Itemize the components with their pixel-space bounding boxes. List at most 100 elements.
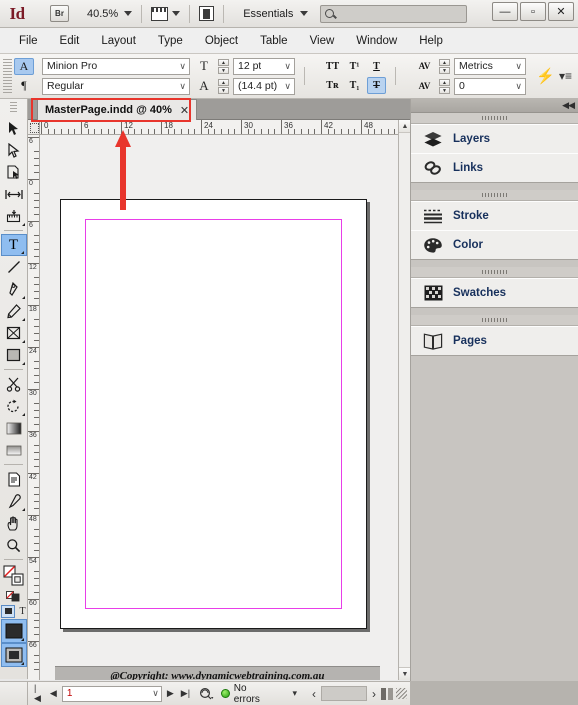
panel-gripper[interactable] <box>3 59 12 93</box>
gradient-feather-tool[interactable] <box>1 439 27 461</box>
all-caps-button[interactable]: TT <box>323 58 342 75</box>
minimize-button[interactable]: — <box>492 2 518 21</box>
note-tool[interactable] <box>1 468 27 490</box>
view-options-dropdown[interactable] <box>151 6 181 21</box>
document-tab[interactable]: MasterPage.indd @ 40% ✕ <box>37 99 198 120</box>
leading-stepper[interactable]: ▲ ▼ <box>218 78 229 94</box>
preflight-dropdown-icon[interactable]: ▾ <box>290 688 299 699</box>
scissors-tool[interactable] <box>1 373 27 395</box>
panel-group-gripper[interactable] <box>411 267 578 278</box>
gradient-swatch-tool[interactable] <box>1 417 27 439</box>
panel-layers[interactable]: Layers <box>411 124 578 153</box>
eyedropper-tool[interactable] <box>1 490 27 512</box>
tracking-dropdown[interactable]: 0 ∨ <box>454 77 526 95</box>
font-size-stepper[interactable]: ▲ ▼ <box>218 58 229 74</box>
menu-window[interactable]: Window <box>345 32 408 50</box>
small-caps-button[interactable]: Tʀ <box>323 77 342 94</box>
rotate-tool[interactable] <box>1 395 27 417</box>
page-number-input[interactable]: 1 ∨ <box>61 685 162 702</box>
preview-mode-button[interactable] <box>0 643 27 667</box>
last-page-button[interactable]: ▶| <box>179 688 192 699</box>
workspace-switcher[interactable]: Essentials <box>243 8 309 20</box>
content-collector-tool[interactable] <box>1 205 27 227</box>
scroll-left-icon[interactable]: ‹ <box>310 687 318 701</box>
split-view-icon[interactable] <box>381 687 394 700</box>
line-tool[interactable] <box>1 256 27 278</box>
page-tool[interactable] <box>1 161 27 183</box>
tracking-stepper[interactable]: ▲ ▼ <box>439 78 450 94</box>
bridge-button[interactable]: Br <box>50 5 69 22</box>
menu-file[interactable]: File <box>8 32 49 50</box>
frame-tool[interactable] <box>1 322 27 344</box>
quick-apply-icon[interactable]: ⚡ <box>536 67 559 85</box>
fill-stroke-control[interactable] <box>1 563 27 589</box>
previous-page-button[interactable]: ◀ <box>48 688 59 699</box>
resize-grip-icon[interactable] <box>396 688 408 699</box>
menu-view[interactable]: View <box>299 32 346 50</box>
close-button[interactable]: ✕ <box>548 2 574 21</box>
horizontal-scroll-thumb[interactable] <box>321 686 368 701</box>
paragraph-formatting-button[interactable]: ¶ <box>14 77 34 94</box>
panel-label: Stroke <box>453 210 489 222</box>
formatting-affects-toggle[interactable]: T <box>1 603 27 619</box>
character-formatting-button[interactable]: A <box>14 58 34 75</box>
default-fill-stroke-icon[interactable] <box>1 589 27 603</box>
collapse-panels-icon[interactable]: ◀◀ <box>562 100 575 111</box>
superscript-button[interactable]: T¹ <box>345 58 364 75</box>
zoom-tool[interactable] <box>1 534 27 556</box>
maximize-button[interactable]: ▫ <box>520 2 546 21</box>
font-family-dropdown[interactable]: Minion Pro ∨ <box>42 57 190 75</box>
gap-tool[interactable] <box>1 183 27 205</box>
panel-links[interactable]: Links <box>411 153 578 182</box>
font-size-dropdown[interactable]: 12 pt ∨ <box>233 57 295 75</box>
next-page-button[interactable]: ▶ <box>165 688 176 699</box>
panel-menu-icon[interactable]: ▾≡ <box>559 69 572 83</box>
vertical-ruler[interactable]: 6 0 6 12 18 24 30 36 42 48 54 60 66 <box>28 135 40 680</box>
selection-tool[interactable] <box>1 117 27 139</box>
panel-group-gripper[interactable] <box>411 315 578 326</box>
menu-object[interactable]: Object <box>194 32 249 50</box>
zoom-level-dropdown[interactable]: 40.5% <box>87 8 133 20</box>
subscript-button[interactable]: T₁ <box>345 77 364 94</box>
tools-gripper[interactable] <box>10 102 17 114</box>
pen-tool[interactable] <box>1 278 27 300</box>
panel-stroke[interactable]: Stroke <box>411 201 578 230</box>
panel-group-4: Pages <box>411 315 578 356</box>
document-page[interactable] <box>60 199 367 629</box>
preflight-icon[interactable] <box>199 687 214 700</box>
panel-group-gripper[interactable] <box>411 113 578 124</box>
pencil-tool[interactable] <box>1 300 27 322</box>
leading-dropdown[interactable]: (14.4 pt) ∨ <box>233 77 295 95</box>
panel-swatches[interactable]: Swatches <box>411 278 578 307</box>
panel-color[interactable]: Color <box>411 230 578 259</box>
first-page-button[interactable]: |◀ <box>32 683 45 704</box>
rectangle-tool[interactable] <box>1 344 27 366</box>
chevron-down-icon <box>300 11 309 16</box>
menu-type[interactable]: Type <box>147 32 194 50</box>
menu-table[interactable]: Table <box>249 32 299 50</box>
normal-mode-button[interactable] <box>0 619 27 643</box>
panel-pages[interactable]: Pages <box>411 326 578 355</box>
menu-layout[interactable]: Layout <box>90 32 147 50</box>
vertical-scrollbar[interactable]: ▲ ▼ <box>398 120 411 680</box>
menu-edit[interactable]: Edit <box>49 32 91 50</box>
horizontal-ruler[interactable]: 0 6 12 18 24 30 36 42 48 <box>40 120 398 135</box>
direct-selection-tool[interactable] <box>1 139 27 161</box>
document-canvas[interactable]: @Copyright: www.dynamicwebtraining.com.a… <box>40 135 398 680</box>
preflight-status[interactable]: No errors <box>221 683 273 705</box>
underline-button[interactable]: T <box>367 58 386 75</box>
panel-group-gripper[interactable] <box>411 190 578 201</box>
kerning-stepper[interactable]: ▲ ▼ <box>439 58 450 74</box>
divider <box>4 369 23 370</box>
menu-help[interactable]: Help <box>408 32 454 50</box>
scroll-right-icon[interactable]: › <box>370 687 378 701</box>
search-input[interactable] <box>320 4 468 23</box>
ruler-origin[interactable] <box>28 120 40 135</box>
type-tool[interactable]: T <box>0 234 27 256</box>
font-style-dropdown[interactable]: Regular ∨ <box>42 77 190 95</box>
arrange-documents-icon[interactable] <box>199 6 215 21</box>
strikethrough-button[interactable]: T <box>367 77 386 94</box>
hand-tool[interactable] <box>1 512 27 534</box>
kerning-dropdown[interactable]: Metrics ∨ <box>454 57 526 75</box>
close-icon[interactable]: ✕ <box>180 104 189 117</box>
